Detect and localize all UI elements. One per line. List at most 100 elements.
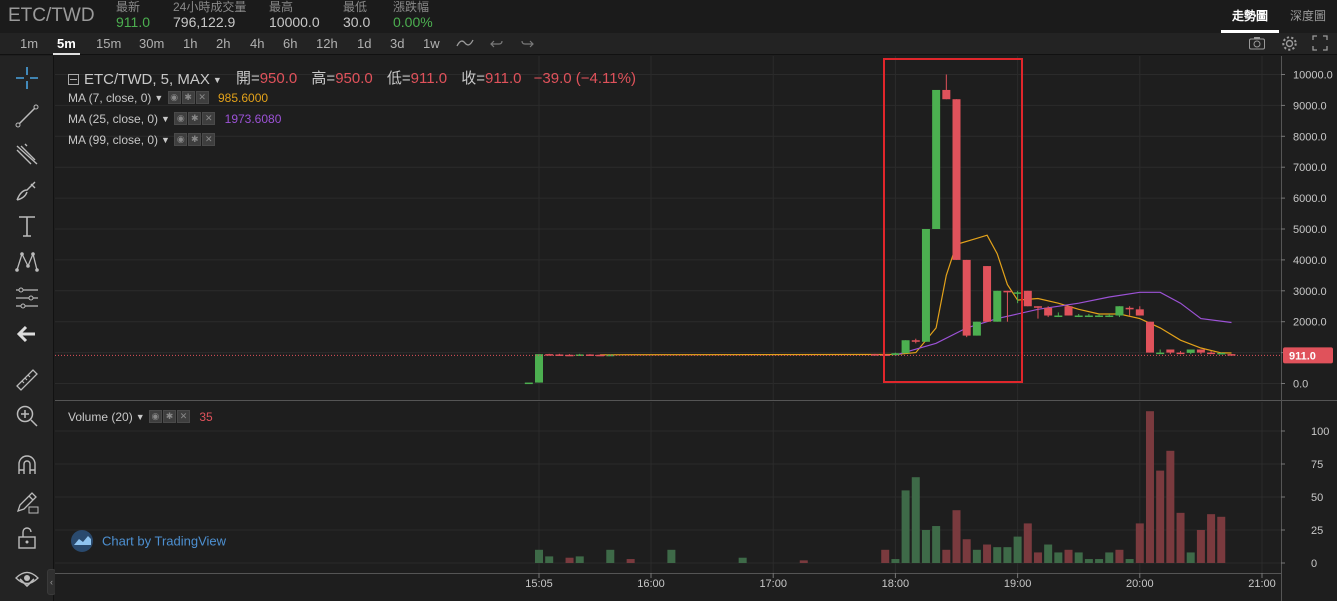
undo-icon[interactable] — [490, 35, 504, 51]
eye-toggle-icon[interactable]: ◉ — [148, 410, 162, 424]
candle-body — [1207, 352, 1216, 355]
caret-down-icon[interactable]: ▼ — [136, 412, 145, 422]
back-arrow-icon[interactable] — [13, 320, 41, 348]
crosshair-icon[interactable] — [13, 64, 41, 92]
volume-label[interactable]: Volume (20) — [68, 410, 133, 424]
candle-body — [1115, 306, 1124, 316]
timeframe-1h[interactable]: 1h — [183, 36, 197, 51]
gear-icon[interactable]: ✱ — [188, 133, 202, 147]
timeframe-3d[interactable]: 3d — [390, 36, 404, 51]
timeframe-6h[interactable]: 6h — [283, 36, 297, 51]
volume-bar — [738, 557, 747, 563]
brush-icon[interactable] — [13, 176, 41, 204]
timeframe-12h[interactable]: 12h — [316, 36, 338, 51]
candle-body — [545, 354, 554, 356]
chart-style-icon[interactable] — [456, 35, 474, 51]
eye-toggle-icon[interactable]: ◉ — [174, 112, 188, 126]
candle-body — [921, 229, 930, 342]
volume-bar — [1054, 552, 1063, 563]
caret-down-icon[interactable]: ▼ — [161, 114, 170, 124]
ma25-label[interactable]: MA (25, close, 0) — [68, 112, 158, 126]
chart-grid — [55, 56, 1337, 601]
volume-bar — [1176, 512, 1185, 563]
chevron-down-icon[interactable] — [18, 575, 36, 589]
candle-body — [1064, 306, 1073, 316]
close-icon[interactable]: ✕ — [202, 133, 216, 147]
volume-bar — [1013, 536, 1022, 563]
pitchfork-icon[interactable] — [13, 140, 41, 168]
volume-bar — [545, 556, 554, 563]
trend-line-icon[interactable] — [13, 102, 41, 130]
candle-body — [972, 321, 981, 336]
volume-bar — [1115, 549, 1124, 563]
price-tick-label: 8000.0 — [1293, 131, 1327, 143]
timeframe-1w[interactable]: 1w — [423, 36, 440, 51]
tradingview-watermark[interactable]: Chart by TradingView — [68, 530, 226, 552]
candle-body — [1145, 321, 1154, 353]
pattern-icon[interactable] — [13, 248, 41, 276]
gear-icon[interactable]: ✱ — [188, 112, 202, 126]
redo-icon[interactable] — [520, 35, 534, 51]
price-tick-label: 4000.0 — [1293, 255, 1327, 267]
view-tabs: 走勢圖 深度圖 — [1221, 0, 1337, 33]
chart-toolbar: 1m 5m 15m 30m 1h 2h 4h 6h 12h 1d 3d 1w — [0, 33, 1337, 55]
volume-bar — [799, 560, 808, 563]
volume-bar — [1033, 552, 1042, 563]
settings-gear-icon[interactable] — [1281, 35, 1298, 52]
candle-body — [535, 354, 543, 383]
timeframe-15m[interactable]: 15m — [96, 36, 121, 51]
timeframe-5m[interactable]: 5m — [53, 36, 80, 55]
stat-low: 最低 30.0 — [343, 0, 371, 31]
close-icon[interactable]: ✕ — [202, 112, 216, 126]
price-tick-label: 10000.0 — [1293, 70, 1333, 82]
timeframe-30m[interactable]: 30m — [139, 36, 164, 51]
camera-icon[interactable] — [1248, 35, 1266, 51]
price-chart[interactable]: 0.01000.02000.03000.04000.05000.06000.07… — [55, 56, 1337, 601]
candle-body — [1095, 315, 1104, 318]
volume-value: 35 — [199, 409, 213, 424]
lock-pencil-icon[interactable] — [13, 488, 41, 516]
text-icon[interactable] — [13, 212, 41, 240]
volume-tick-label: 25 — [1311, 525, 1323, 537]
close-label: 收= — [461, 70, 486, 87]
candle-body — [524, 382, 533, 385]
eye-toggle-icon[interactable]: ◉ — [174, 133, 188, 147]
zoom-in-icon[interactable] — [13, 402, 41, 430]
candle-body — [1023, 290, 1032, 307]
stat-24h-volume: 24小時成交量 796,122.9 — [173, 0, 247, 31]
timeframe-1d[interactable]: 1d — [357, 36, 371, 51]
candle-body — [1003, 290, 1012, 293]
collapse-legend-icon[interactable] — [68, 73, 79, 85]
stat-high: 最高 10000.0 — [269, 0, 320, 31]
magnet-icon[interactable] — [13, 452, 41, 480]
symbol-title[interactable]: ETC/TWD, 5, MAX — [84, 71, 210, 88]
close-icon[interactable]: ✕ — [176, 410, 190, 424]
ma7-label[interactable]: MA (7, close, 0) — [68, 91, 151, 105]
gear-icon[interactable]: ✱ — [181, 91, 195, 105]
candle-body — [911, 340, 920, 342]
volume-bar — [972, 549, 981, 563]
volume-bar — [1023, 523, 1032, 563]
main-legend: ETC/TWD, 5, MAX ▼ 開=950.0 高=950.0 低=911.0… — [68, 67, 636, 88]
tab-trend-chart[interactable]: 走勢圖 — [1221, 0, 1279, 33]
gear-icon[interactable]: ✱ — [162, 410, 176, 424]
market-header: ETC/TWD 最新 911.0 24小時成交量 796,122.9 最高 10… — [0, 0, 1337, 33]
fib-icon[interactable] — [13, 284, 41, 312]
eye-toggle-icon[interactable]: ◉ — [167, 91, 181, 105]
fullscreen-icon[interactable] — [1312, 35, 1328, 51]
timeframe-2h[interactable]: 2h — [216, 36, 230, 51]
volume-bar — [535, 549, 543, 563]
candle-body — [1125, 307, 1134, 310]
timeframe-1m[interactable]: 1m — [20, 36, 38, 51]
candle-body — [1054, 315, 1063, 318]
tab-depth-chart[interactable]: 深度圖 — [1279, 0, 1337, 33]
caret-down-icon[interactable]: ▼ — [154, 93, 163, 103]
unlock-icon[interactable] — [13, 524, 41, 552]
caret-down-icon[interactable]: ▼ — [213, 75, 222, 85]
ma25-value: 1973.6080 — [224, 111, 282, 126]
ma99-label[interactable]: MA (99, close, 0) — [68, 133, 158, 147]
timeframe-4h[interactable]: 4h — [250, 36, 264, 51]
ruler-icon[interactable] — [13, 366, 41, 394]
close-icon[interactable]: ✕ — [195, 91, 209, 105]
caret-down-icon[interactable]: ▼ — [161, 135, 170, 145]
